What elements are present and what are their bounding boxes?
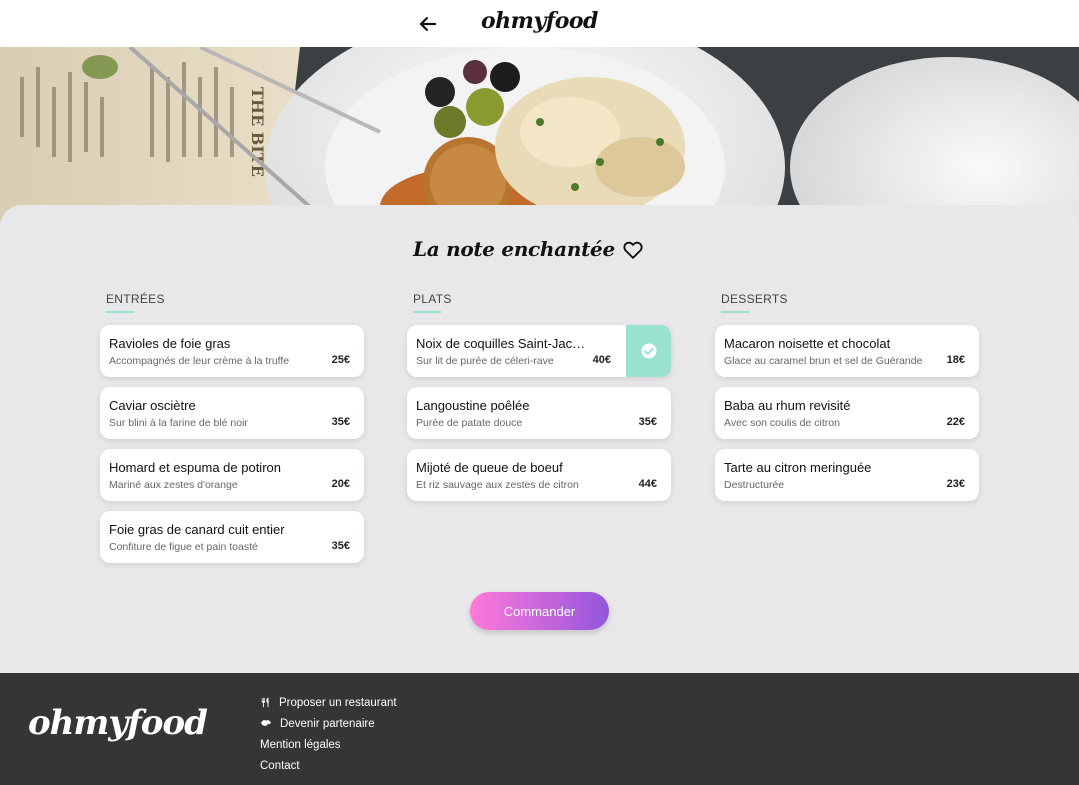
- menu-item-name: Homard et espuma de potiron: [109, 460, 281, 475]
- menu-item-description: Sur blini à la farine de blé noir: [109, 417, 248, 429]
- menu-item-price: 23€: [946, 478, 965, 490]
- menu-panel: La note enchantée ENTRÉES Ravioles de fo…: [0, 205, 1079, 673]
- menu-item-price: 18€: [946, 354, 965, 366]
- footer-links: Proposer un restaurant Devenir partenair…: [260, 692, 397, 776]
- menu-item-name: Mijoté de queue de boeuf: [416, 460, 563, 475]
- utensils-icon: [261, 697, 269, 708]
- menu-item-description: Glace au caramel brun et sel de Guérande: [724, 355, 923, 367]
- menu-item-name: Tarte au citron meringuée: [724, 460, 872, 475]
- column-underline: [413, 311, 441, 313]
- restaurant-title: La note enchantée: [413, 237, 615, 261]
- menu-item-price: 44€: [638, 478, 657, 490]
- menu-item-card[interactable]: Langoustine poêlée Purée de patate douce…: [407, 387, 671, 439]
- menu-item-name: Foie gras de canard cuit entier: [109, 522, 285, 537]
- menu-item-card[interactable]: Mijoté de queue de boeuf Et riz sauvage …: [407, 449, 671, 501]
- column-entrees: ENTRÉES Ravioles de foie gras Accompagné…: [100, 292, 364, 573]
- header: ohmyfood: [0, 0, 1079, 47]
- footer-link-propose-restaurant[interactable]: Proposer un restaurant: [260, 692, 397, 713]
- menu-item-description: Mariné aux zestes d'orange: [109, 479, 238, 491]
- footer-link-legal[interactable]: Mention légales: [260, 734, 397, 755]
- menu-item-description: Destructurée: [724, 479, 785, 491]
- menu-item-description: Purée de patate douce: [416, 417, 523, 429]
- column-plats: PLATS Noix de coquilles Saint-Jacques Su…: [407, 292, 671, 511]
- column-desserts: DESSERTS Macaron noisette et chocolat Gl…: [715, 292, 979, 511]
- column-title: ENTRÉES: [106, 292, 165, 306]
- menu-item-name: Langoustine poêlée: [416, 398, 530, 413]
- menu-item-name: Baba au rhum revisité: [724, 398, 851, 413]
- column-title: PLATS: [413, 292, 452, 306]
- order-button[interactable]: Commander: [470, 592, 609, 630]
- menu-item-price: 35€: [331, 540, 350, 552]
- menu-item-name: Noix de coquilles Saint-Jacques: [416, 336, 586, 351]
- menu-item-description: Et riz sauvage aux zestes de citron: [416, 479, 579, 491]
- menu-item-description: Confiture de figue et pain toasté: [109, 541, 258, 553]
- menu-item-card[interactable]: Foie gras de canard cuit entier Confitur…: [100, 511, 364, 563]
- menu-item-name: Ravioles de foie gras: [109, 336, 231, 351]
- menu-item-description: Avec son coulis de citron: [724, 417, 840, 429]
- menu-item-price: 25€: [331, 354, 350, 366]
- menu-item-name: Caviar osciètre: [109, 398, 196, 413]
- footer-link-contact[interactable]: Contact: [260, 755, 397, 776]
- menu-item-description: Sur lit de purée de céleri-rave: [416, 355, 554, 367]
- footer-link-label: Mention légales: [260, 738, 341, 751]
- svg-text:THE BITE: THE BITE: [248, 87, 267, 177]
- menu-item-price: 22€: [946, 416, 965, 428]
- menu-item-card[interactable]: Ravioles de foie gras Accompagnés de leu…: [100, 325, 364, 377]
- menu-item-card[interactable]: Tarte au citron meringuée Destructurée 2…: [715, 449, 979, 501]
- menu-item-card[interactable]: Caviar osciètre Sur blini à la farine de…: [100, 387, 364, 439]
- logo[interactable]: ohmyfood: [481, 8, 598, 34]
- menu-item-price: 35€: [638, 416, 657, 428]
- column-underline: [106, 311, 134, 313]
- title-row: La note enchantée: [0, 235, 1079, 265]
- column-title: DESSERTS: [721, 292, 788, 306]
- footer-link-become-partner[interactable]: Devenir partenaire: [260, 713, 397, 734]
- menu-item-description: Accompagnés de leur crème à la truffe: [109, 355, 290, 367]
- menu-item-price: 35€: [331, 416, 350, 428]
- handshake-icon: [260, 720, 272, 727]
- menu-item-price: 40€: [592, 354, 611, 366]
- menu-item-price: 20€: [331, 478, 350, 490]
- menu-item-card-selected[interactable]: Noix de coquilles Saint-Jacques Sur lit …: [407, 325, 671, 377]
- hero-image: THE BITE: [0, 47, 1079, 222]
- back-arrow-icon[interactable]: [416, 12, 440, 36]
- menu-item-card[interactable]: Macaron noisette et chocolat Glace au ca…: [715, 325, 979, 377]
- column-underline: [721, 311, 749, 313]
- footer-logo[interactable]: ohmyfood: [28, 703, 208, 743]
- check-circle-icon[interactable]: [626, 325, 671, 377]
- footer-link-label: Devenir partenaire: [280, 717, 375, 730]
- footer-link-label: Proposer un restaurant: [279, 696, 397, 709]
- menu-item-card[interactable]: Homard et espuma de potiron Mariné aux z…: [100, 449, 364, 501]
- menu-item-name: Macaron noisette et chocolat: [724, 336, 891, 351]
- heart-icon[interactable]: [622, 239, 644, 261]
- menu-item-card[interactable]: Baba au rhum revisité Avec son coulis de…: [715, 387, 979, 439]
- footer: ohmyfood Proposer un restaurant Devenir …: [0, 673, 1079, 785]
- footer-link-label: Contact: [260, 759, 300, 772]
